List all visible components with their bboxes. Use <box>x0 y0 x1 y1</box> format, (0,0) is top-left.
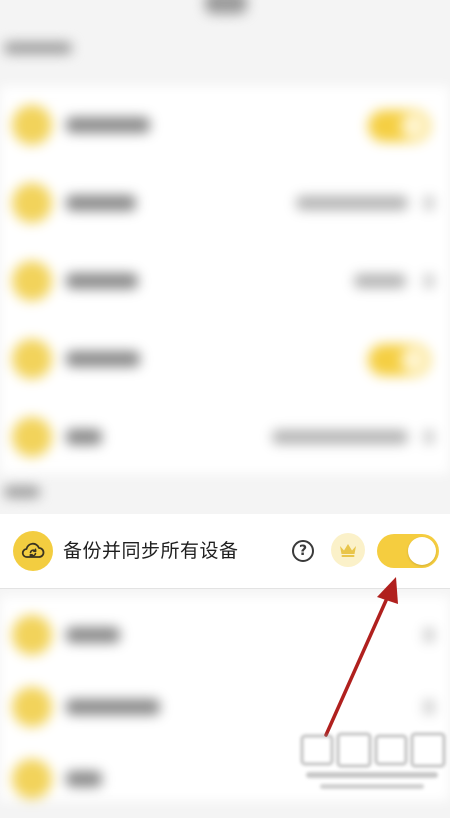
blurred-toggle <box>368 344 430 376</box>
crown-glyph <box>340 544 356 557</box>
blurred-settings-row <box>0 242 450 320</box>
toggle-knob <box>408 537 436 565</box>
blurred-settings-row <box>0 320 450 398</box>
help-icon[interactable]: ? <box>292 540 314 562</box>
blurred-row-icon <box>12 417 52 457</box>
blurred-row-icon <box>12 687 52 727</box>
blurred-chevron <box>424 700 434 714</box>
blurred-settings-row <box>0 398 450 476</box>
blurred-toggle <box>368 110 430 142</box>
blurred-chevron <box>424 430 434 444</box>
blurred-top-pill <box>205 0 247 14</box>
blurred-row-label <box>66 699 160 715</box>
blurred-row-value <box>272 430 408 444</box>
blurred-row-icon <box>12 183 52 223</box>
blurred-row-label <box>66 627 120 643</box>
blurred-settings-background <box>0 0 450 801</box>
blurred-row-label <box>66 771 102 787</box>
annotation-arrow <box>324 577 398 737</box>
blurred-chevron <box>424 274 434 288</box>
blurred-settings-row <box>0 668 450 746</box>
blurred-row-icon <box>12 339 52 379</box>
blurred-row-label <box>66 195 136 211</box>
blurred-settings-card <box>0 596 450 801</box>
blurred-row-value <box>354 274 406 288</box>
cloud-sync-glyph <box>21 542 45 558</box>
blurred-settings-row <box>0 164 450 242</box>
blurred-row-label <box>66 429 102 445</box>
backup-sync-label: 备份并同步所有设备 <box>63 540 239 562</box>
blurred-row-icon <box>12 105 52 145</box>
blurred-row-icon <box>12 759 52 799</box>
blurred-row-label <box>66 117 150 133</box>
blurred-section-header <box>4 486 40 498</box>
blurred-chevron <box>424 628 434 642</box>
blurred-settings-row <box>0 740 450 818</box>
crown-icon <box>331 533 365 567</box>
blurred-chevron <box>424 196 434 210</box>
blurred-settings-row <box>0 596 450 674</box>
blurred-section-header <box>4 42 72 54</box>
watermark <box>300 732 446 789</box>
backup-sync-row: 备份并同步所有设备 ? <box>0 514 450 589</box>
backup-sync-toggle[interactable] <box>377 534 439 568</box>
blurred-row-value <box>296 196 408 210</box>
blurred-row-label <box>66 351 140 367</box>
blurred-row-icon <box>12 615 52 655</box>
blurred-row-label <box>66 273 138 289</box>
blurred-row-icon <box>12 261 52 301</box>
cloud-sync-icon <box>13 531 53 571</box>
blurred-settings-row <box>0 86 450 164</box>
blurred-settings-card <box>0 86 450 474</box>
